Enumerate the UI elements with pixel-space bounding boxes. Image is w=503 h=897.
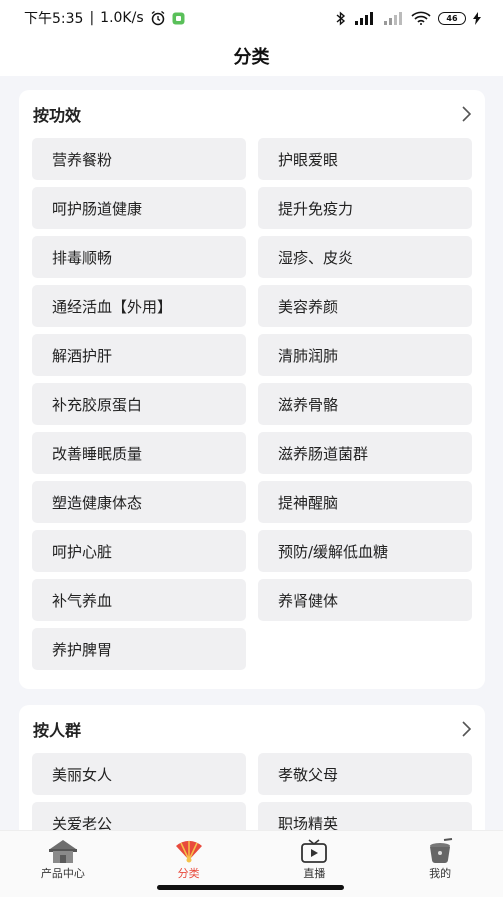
status-time: 下午5:35 — [24, 11, 84, 27]
section-header[interactable]: 按功效 — [19, 90, 485, 138]
category-tag[interactable]: 改善睡眠质量 — [32, 432, 246, 474]
category-tag[interactable]: 解酒护肝 — [32, 334, 246, 376]
status-bar: 下午5:35 | 1.0K/s 46 — [0, 0, 503, 36]
status-left: 下午5:35 | 1.0K/s — [24, 8, 185, 28]
chevron-right-icon[interactable] — [457, 105, 475, 123]
category-tag[interactable]: 呵护肠道健康 — [32, 187, 246, 229]
tab-label: 产品中心 — [40, 867, 85, 880]
status-divider: | — [89, 10, 95, 26]
charging-icon — [473, 11, 481, 25]
tab-label: 直播 — [303, 867, 326, 880]
bluetooth-icon — [336, 10, 346, 26]
fan-category-icon — [173, 837, 205, 865]
category-tag[interactable]: 养护脾胃 — [32, 628, 246, 670]
tab-product-center[interactable]: 产品中心 — [0, 831, 126, 897]
page-title: 分类 — [233, 47, 270, 68]
pot-icon — [424, 837, 456, 865]
section-title: 按人群 — [33, 721, 82, 740]
signal-hd-icon — [353, 11, 375, 25]
tab-mine[interactable]: 我的 — [377, 831, 503, 897]
category-tag[interactable]: 孝敬父母 — [258, 753, 472, 795]
wifi-icon — [411, 11, 431, 25]
section-card-efficacy: 按功效 营养餐粉 护眼爱眼 呵护肠道健康 提升免疫力 排毒顺畅 湿疹、皮炎 通经… — [19, 90, 485, 689]
category-tag[interactable]: 补气养血 — [32, 579, 246, 621]
category-tag[interactable]: 美丽女人 — [32, 753, 246, 795]
category-tag[interactable]: 养肾健体 — [258, 579, 472, 621]
section-header[interactable]: 按人群 — [19, 705, 485, 753]
category-tag[interactable]: 营养餐粉 — [32, 138, 246, 180]
category-tag[interactable]: 通经活血【外用】 — [32, 285, 246, 327]
category-tag[interactable]: 排毒顺畅 — [32, 236, 246, 278]
category-tag[interactable]: 塑造健康体态 — [32, 481, 246, 523]
battery-icon: 46 — [438, 11, 466, 25]
tag-grid: 营养餐粉 护眼爱眼 呵护肠道健康 提升免疫力 排毒顺畅 湿疹、皮炎 通经活血【外… — [32, 138, 472, 670]
tv-play-icon — [298, 837, 330, 865]
category-tag[interactable]: 补充胶原蛋白 — [32, 383, 246, 425]
category-tag[interactable]: 滋养肠道菌群 — [258, 432, 472, 474]
category-tag[interactable]: 美容养颜 — [258, 285, 472, 327]
category-tag[interactable]: 呵护心脏 — [32, 530, 246, 572]
section-title: 按功效 — [33, 106, 82, 125]
category-tag[interactable]: 清肺润肺 — [258, 334, 472, 376]
category-tag[interactable]: 提升免疫力 — [258, 187, 472, 229]
app-notification-icon — [172, 12, 185, 25]
home-indicator[interactable] — [157, 885, 344, 890]
category-tag[interactable]: 预防/缓解低血糖 — [258, 530, 472, 572]
category-tag[interactable]: 滋养骨骼 — [258, 383, 472, 425]
house-icon — [47, 837, 79, 865]
chevron-right-icon[interactable] — [457, 720, 475, 738]
status-speed: 1.0K/s — [100, 10, 144, 26]
category-tag[interactable]: 提神醒脑 — [258, 481, 472, 523]
category-tag[interactable]: 湿疹、皮炎 — [258, 236, 472, 278]
status-right: 46 — [336, 10, 481, 26]
alarm-icon — [150, 10, 166, 26]
signal-weak-icon — [382, 11, 404, 25]
category-tag[interactable]: 护眼爱眼 — [258, 138, 472, 180]
tab-label: 我的 — [429, 867, 452, 880]
tab-label: 分类 — [177, 867, 200, 880]
page-header: 分类 — [0, 36, 503, 76]
